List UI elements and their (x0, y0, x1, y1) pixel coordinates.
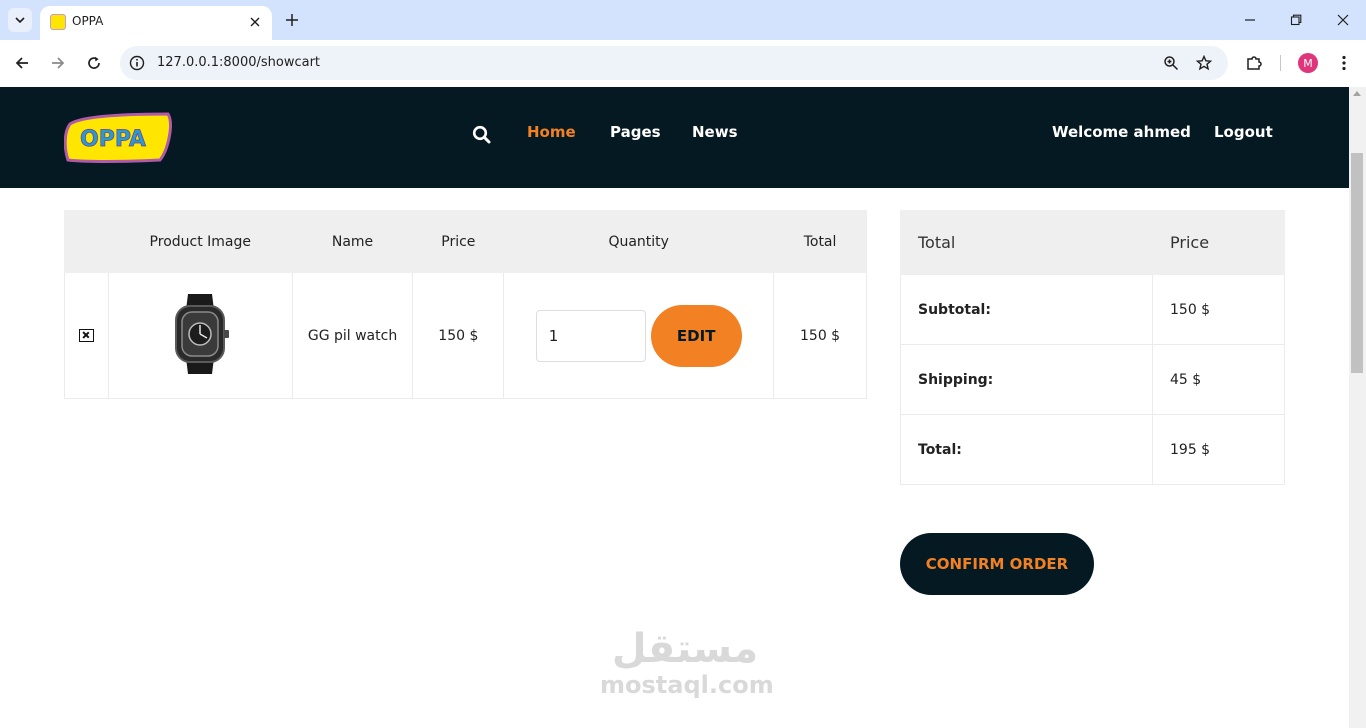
minimize-window-icon[interactable] (1240, 10, 1260, 30)
grand-total-label: Total: (900, 414, 1153, 485)
tab-search-button[interactable] (8, 8, 32, 32)
shipping-row: Shipping: 45 $ (900, 344, 1285, 415)
grand-total-row: Total: 195 $ (900, 414, 1285, 485)
browser-toolbar: 127.0.0.1:8000/showcart M (0, 40, 1366, 87)
cart-header-row: Product Image Name Price Quantity Total (64, 210, 867, 273)
new-tab-plus-icon[interactable] (282, 10, 302, 30)
nav-pages-link[interactable]: Pages (610, 123, 661, 141)
grand-total-value: 195 $ (1152, 414, 1285, 485)
shipping-label: Shipping: (900, 344, 1153, 415)
forward-arrow-icon[interactable] (47, 52, 69, 74)
scrollbar-thumb[interactable] (1351, 153, 1363, 373)
quantity-cell: EDIT (503, 272, 775, 399)
site-favicon-icon (50, 14, 66, 30)
subtotal-row: Subtotal: 150 $ (900, 274, 1285, 345)
quantity-form: EDIT (504, 304, 773, 367)
nav-home-link[interactable]: Home (527, 123, 576, 141)
watch-product-image[interactable] (168, 292, 232, 376)
row-total: 150 $ (773, 272, 867, 399)
subtotal-label: Subtotal: (900, 274, 1153, 345)
watermark-latin-text: mostaql.com (600, 671, 774, 699)
confirm-order-button[interactable]: CONFIRM ORDER (900, 533, 1094, 595)
cart-table: Product Image Name Price Quantity Total (64, 210, 867, 399)
logout-link[interactable]: Logout (1214, 123, 1273, 141)
watermark-arabic-text: مستقل (611, 626, 759, 672)
site-info-icon[interactable] (128, 54, 146, 72)
cart-row: GG pil watch 150 $ EDIT 150 $ (64, 272, 867, 399)
profile-avatar[interactable]: M (1298, 53, 1318, 73)
reload-icon[interactable] (83, 52, 105, 74)
close-window-icon[interactable] (1333, 10, 1353, 30)
close-tab-icon[interactable] (246, 13, 264, 31)
order-totals-table: Total Price Subtotal: 150 $ Shipping: 45… (900, 210, 1285, 485)
page-viewport: OPPA Home Pages News Welcome ahmed Logou… (0, 87, 1366, 728)
site-header: OPPA Home Pages News Welcome ahmed Logou… (0, 87, 1349, 188)
zoom-icon[interactable] (1162, 54, 1180, 72)
back-arrow-icon[interactable] (11, 52, 33, 74)
product-name: GG pil watch (291, 272, 414, 399)
edit-quantity-button[interactable]: EDIT (650, 304, 742, 367)
browser-tab-strip: OPPA (0, 0, 1366, 40)
oppa-logo[interactable]: OPPA (63, 110, 174, 164)
subtotal-value: 150 $ (1152, 274, 1285, 345)
remove-cell (64, 272, 109, 399)
tab-title: OPPA (72, 14, 104, 28)
col-header-price: Price (412, 210, 505, 273)
col-header-quantity: Quantity (503, 210, 775, 273)
extensions-puzzle-icon[interactable] (1243, 52, 1265, 74)
totals-header-total: Total (900, 210, 1153, 275)
bookmark-star-icon[interactable] (1195, 54, 1213, 72)
scroll-up-arrow-icon[interactable] (1353, 91, 1361, 96)
browser-tab[interactable]: OPPA (40, 6, 272, 40)
totals-header-price: Price (1152, 210, 1285, 275)
restore-window-icon[interactable] (1286, 10, 1306, 30)
nav-news-link[interactable]: News (692, 123, 738, 141)
shipping-value: 45 $ (1152, 344, 1285, 415)
col-header-remove (64, 210, 109, 273)
svg-text:OPPA: OPPA (80, 127, 146, 152)
col-header-total: Total (773, 210, 867, 273)
quantity-input[interactable] (535, 309, 646, 362)
page-scrollbar[interactable] (1349, 87, 1366, 728)
totals-header-row: Total Price (900, 210, 1285, 275)
mostaql-watermark: مستقل mostaql.com (600, 626, 774, 699)
col-header-product-image: Product Image (107, 210, 293, 273)
more-menu-icon[interactable] (1333, 52, 1355, 74)
remove-item-icon[interactable] (78, 329, 94, 342)
address-bar[interactable]: 127.0.0.1:8000/showcart (120, 46, 1228, 80)
product-image-cell (107, 272, 293, 399)
chevron-down-icon (15, 17, 25, 24)
welcome-user-link[interactable]: Welcome ahmed (1052, 123, 1191, 141)
product-price: 150 $ (412, 272, 505, 399)
toolbar-divider (1280, 55, 1281, 71)
url-text: 127.0.0.1:8000/showcart (157, 55, 321, 70)
col-header-name: Name (291, 210, 414, 273)
search-icon[interactable] (472, 125, 492, 145)
